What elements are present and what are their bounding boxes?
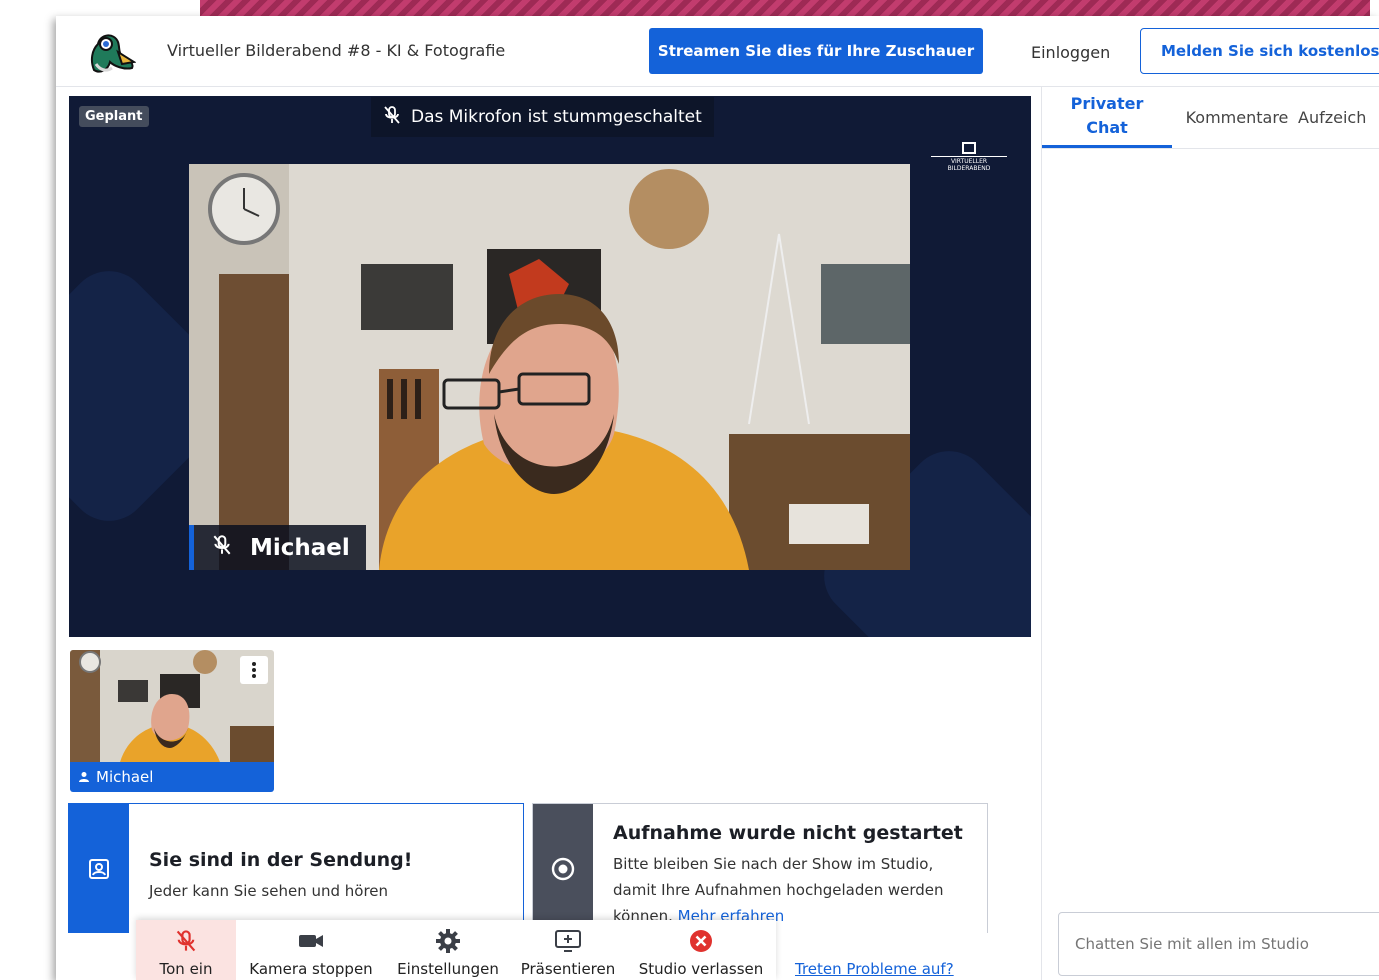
mic-off-icon [175, 928, 197, 954]
leave-studio-label: Studio verlassen [638, 960, 764, 978]
recording-title: Aufnahme wurde nicht gestartet [613, 822, 963, 844]
stop-camera-label: Kamera stoppen [249, 960, 373, 978]
record-icon [551, 857, 575, 880]
troubleshoot-link[interactable]: Treten Probleme auf? [795, 960, 954, 978]
brand-mark-text: VIRTUELLER BILDERABEND [947, 158, 991, 172]
mic-off-icon [212, 534, 232, 562]
on-air-card: Sie sind in der Sendung! Jeder kann Sie … [68, 803, 524, 933]
participant-name-tag: Michael [189, 525, 366, 570]
screen-share-icon [555, 928, 581, 954]
broadcast-title: Virtueller Bilderabend #8 - KI & Fotogra… [167, 41, 506, 60]
more-options-button[interactable] [240, 656, 268, 684]
decorative-stripe [200, 0, 1370, 16]
settings-button[interactable]: Einstellungen [386, 920, 510, 980]
chat-input[interactable] [1058, 912, 1379, 976]
gear-icon [436, 928, 460, 954]
tab-comments[interactable]: Kommentare [1182, 86, 1292, 148]
main-video-feed[interactable]: Michael [189, 164, 910, 570]
duck-logo-icon[interactable] [84, 26, 137, 76]
mute-banner: Das Mikrofon ist stummgeschaltet [371, 97, 714, 137]
stop-camera-button[interactable]: Kamera stoppen [236, 920, 386, 980]
thumbnail-name: Michael [96, 768, 154, 786]
tab-private-chat[interactable]: Privater Chat [1042, 86, 1172, 148]
tab-label: Kommentare [1185, 107, 1289, 127]
divider [931, 156, 1007, 157]
on-air-text: Jeder kann Sie sehen und hören [149, 882, 389, 900]
studio-toolbar: Ton ein Kamera stoppen Einstellungen Prä… [136, 920, 776, 980]
studio-window: Virtueller Bilderabend #8 - KI & Fotogra… [56, 16, 1379, 980]
settings-label: Einstellungen [397, 960, 499, 978]
unmute-label: Ton ein [159, 960, 213, 978]
camera-icon [298, 928, 324, 954]
login-link[interactable]: Einloggen [1031, 43, 1110, 62]
more-vertical-icon [252, 662, 256, 678]
stream-to-audience-button[interactable]: Streamen Sie dies für Ihre Zuschauer [649, 28, 983, 74]
person-icon [79, 772, 89, 782]
webcam-image [189, 164, 910, 570]
status-badge: Geplant [79, 106, 149, 127]
participant-thumbnail[interactable]: Michael [70, 650, 274, 792]
recording-text: Bitte bleiben Sie nach der Show im Studi… [613, 851, 944, 929]
stage: Geplant Das Mikrofon ist stummgeschaltet… [69, 96, 1031, 637]
close-circle-icon [689, 928, 713, 954]
present-label: Präsentieren [520, 960, 616, 978]
mute-banner-text: Das Mikrofon ist stummgeschaltet [411, 107, 702, 127]
recording-text-line: Bitte bleiben Sie nach der Show im Studi… [613, 855, 934, 873]
tab-label: Privater Chat [1070, 93, 1144, 137]
recording-card: Aufnahme wurde nicht gestartet Bitte ble… [532, 803, 988, 933]
leave-studio-button[interactable]: Studio verlassen [626, 920, 776, 980]
tab-label: Aufzeich [1298, 107, 1367, 127]
thumbnail-label: Michael [70, 762, 274, 792]
recording-card-icon-strip [533, 804, 593, 933]
brand-watermark: VIRTUELLER BILDERABEND [929, 142, 1009, 182]
panel-tabs: Privater Chat Kommentare Aufzeich [1042, 86, 1379, 149]
present-button[interactable]: Präsentieren [510, 920, 626, 980]
participant-name: Michael [250, 534, 350, 561]
mic-off-icon [383, 105, 401, 130]
on-air-title: Sie sind in der Sendung! [149, 849, 413, 871]
unmute-button[interactable]: Ton ein [136, 920, 236, 980]
recording-text-line: damit Ihre Aufnahmen hochgeladen werden [613, 881, 944, 899]
signup-button[interactable]: Melden Sie sich kostenlos a [1140, 28, 1379, 74]
image-icon [962, 142, 976, 154]
header: Virtueller Bilderabend #8 - KI & Fotogra… [56, 16, 1379, 87]
on-air-card-icon-strip [69, 804, 129, 933]
side-panel: Privater Chat Kommentare Aufzeich [1041, 86, 1379, 980]
tab-recordings[interactable]: Aufzeich [1298, 86, 1379, 148]
portrait-icon [89, 858, 109, 879]
